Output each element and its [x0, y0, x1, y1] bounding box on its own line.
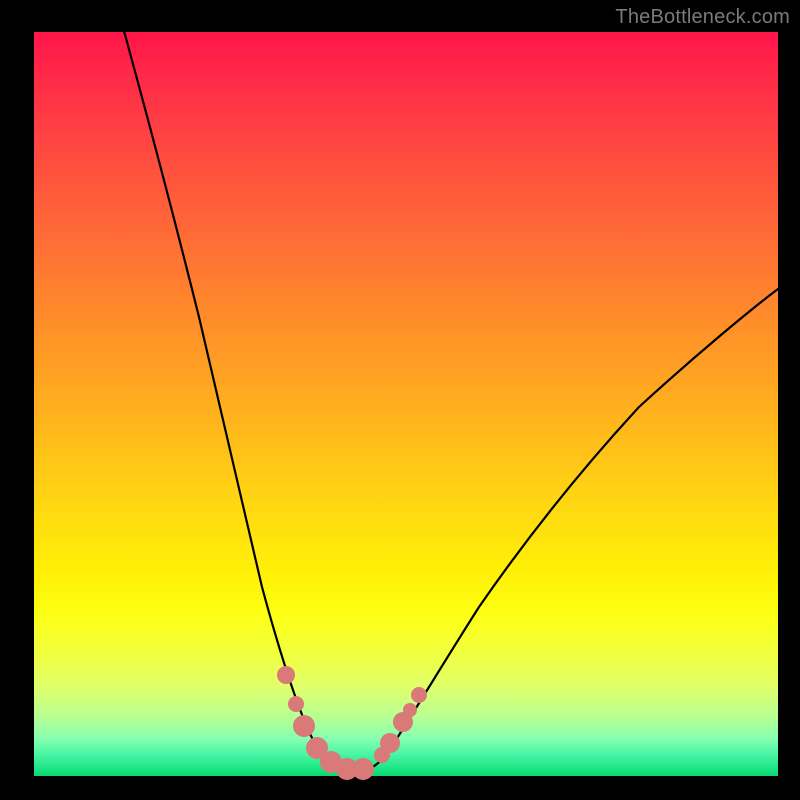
curve-marker	[352, 758, 374, 780]
plot-area	[34, 32, 778, 776]
watermark-text: TheBottleneck.com	[615, 6, 790, 29]
curve-marker	[403, 703, 417, 717]
marker-group	[277, 666, 427, 780]
curve-marker	[411, 687, 427, 703]
bottleneck-curve	[121, 20, 778, 772]
curve-marker	[293, 715, 315, 737]
curve-layer	[34, 32, 778, 776]
curve-marker	[380, 733, 400, 753]
chart-frame: TheBottleneck.com	[0, 0, 800, 800]
curve-marker	[277, 666, 295, 684]
curve-marker	[288, 696, 304, 712]
